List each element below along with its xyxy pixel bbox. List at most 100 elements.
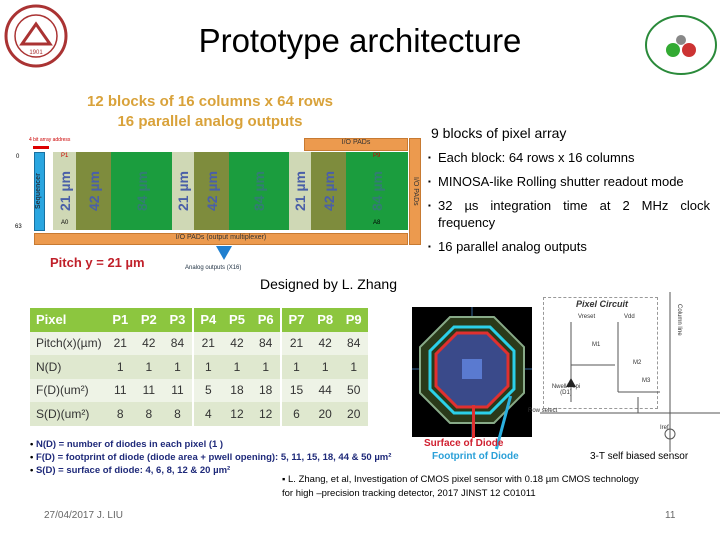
table-cell: 1	[163, 355, 193, 379]
block-label: 21 µm	[56, 171, 73, 211]
table-cell: 15	[280, 378, 311, 402]
block-label: 21 µm	[292, 171, 309, 211]
table-cell: F(D)(um²)	[30, 378, 106, 402]
reference: ▪ L. Zhang, et al, Investigation of CMOS…	[282, 474, 639, 499]
a0-label: A0	[61, 220, 69, 226]
block-p3: 84 µm	[111, 152, 172, 230]
row-bottom-label: 63	[15, 224, 22, 230]
table-row: N(D) 1 1 1 1 1 1 1 1 1	[30, 355, 368, 379]
table-cell: 1	[310, 355, 340, 379]
p9-label: P9	[373, 153, 381, 159]
table-cell: P2	[134, 308, 164, 332]
table-cell: 20	[339, 402, 368, 426]
table-cell: 21	[280, 331, 311, 355]
table-cell: 8	[163, 402, 193, 426]
page-title: Prototype architecture	[198, 22, 522, 59]
footer-date: 27/04/2017 J. LIU	[44, 510, 123, 521]
address-label: 4 bit array address	[29, 137, 71, 143]
table-cell: N(D)	[30, 355, 106, 379]
table-cell: 1	[106, 355, 135, 379]
feature-item: 16 parallel analog outputs	[428, 238, 710, 255]
table-cell: 11	[163, 378, 193, 402]
table-cell: 1	[222, 355, 252, 379]
block-label: 42 µm	[203, 171, 220, 211]
block-p9: 84 µm	[346, 152, 408, 230]
block-p2: 42 µm	[76, 152, 111, 230]
sequencer-label: Sequencer	[35, 173, 42, 210]
table-cell: 42	[310, 331, 340, 355]
page-number: 11	[665, 510, 676, 521]
table-cell: 1	[191, 355, 223, 379]
right-heading: 9 blocks of pixel array	[431, 125, 567, 141]
table-cell: P7	[280, 308, 311, 332]
sequencer: Sequencer	[34, 152, 45, 231]
io-pads-right-label: I/O PADs	[412, 177, 419, 206]
table-cell: S(D)(um²)	[30, 402, 106, 426]
diagram-heading-2: 16 parallel analog outputs	[117, 113, 303, 130]
feature-item: Each block: 64 rows x 16 columns	[428, 149, 710, 166]
table-cell: 1	[280, 355, 311, 379]
table-cell: 18	[222, 378, 252, 402]
table-cell: 1	[251, 355, 282, 379]
block-p7: 21 µm	[289, 152, 311, 230]
block-p5: 42 µm	[194, 152, 229, 230]
feature-item: 32 µs integration time at 2 MHz clock fr…	[428, 197, 710, 231]
table-header-row: Pixel P1 P2 P3 P4 P5 P6 P7 P8 P9	[30, 308, 368, 332]
block-p1: 21 µm	[53, 152, 76, 230]
pixel-table: Pixel P1 P2 P3 P4 P5 P6 P7 P8 P9 Pitch(x)(µm) 21 42…	[30, 308, 368, 426]
table-cell: 21	[106, 331, 135, 355]
pitch-y-label: Pitch y = 21 µm	[50, 255, 145, 270]
table-cell: P1	[106, 308, 135, 332]
block-p8: 42 µm	[311, 152, 346, 230]
table-cell: 42	[134, 331, 164, 355]
table-cell: Pixel	[30, 308, 106, 332]
table-cell: 5	[191, 378, 223, 402]
io-pads-top: I/O PADs	[304, 138, 408, 151]
note: N(D) = number of diodes in each pixel (1…	[30, 438, 391, 451]
circuit-caption: 3-T self biased sensor	[590, 451, 689, 462]
address-arrow	[33, 146, 49, 149]
table-cell: 11	[134, 378, 164, 402]
definitions: N(D) = number of diodes in each pixel (1…	[30, 438, 391, 477]
table-cell: 11	[106, 378, 135, 402]
feature-item: MINOSA-like Rolling shutter readout mode	[428, 173, 710, 190]
table-cell: 12	[222, 402, 252, 426]
analog-outputs-label: Analog outputs (X16)	[185, 265, 242, 271]
table-cell: 84	[163, 331, 193, 355]
block-p6: 84 µm	[229, 152, 289, 230]
table-cell: 6	[280, 402, 311, 426]
table-cell: P3	[163, 308, 193, 332]
diagram-heading-1: 12 blocks of 16 columns x 64 rows	[87, 93, 333, 110]
block-label: 84 µm	[368, 171, 385, 211]
block-label: 42 µm	[85, 171, 102, 211]
surface-arrow	[472, 405, 475, 438]
block-label: 84 µm	[133, 171, 150, 211]
table-cell: 84	[251, 331, 282, 355]
output-arrow	[216, 246, 232, 260]
io-pads-bottom: I/O PADs (output multiplexer)	[34, 233, 408, 245]
table-cell: 50	[339, 378, 368, 402]
pixel-circuit-diagram: Pixel Circuit Vreset Vdd M1 M2 M3 Nwell/…	[528, 292, 720, 457]
pixel-array: 21 µm 42 µm 84 µm 21 µm 42 µm 84 µm 21 µ…	[53, 152, 408, 230]
designed-by: Designed by L. Zhang	[260, 276, 397, 292]
table-row: S(D)(um²) 8 8 8 4 12 12 6 20 20	[30, 402, 368, 426]
table-cell: Pitch(x)(µm)	[30, 331, 106, 355]
row-top-label: 0	[16, 154, 20, 160]
p1-label: P1	[61, 153, 69, 159]
table-cell: 8	[134, 402, 164, 426]
table-cell: 84	[339, 331, 368, 355]
feature-list: Each block: 64 rows x 16 columns MINOSA-…	[428, 149, 710, 255]
table-cell: P6	[251, 308, 282, 332]
table-cell: P9	[339, 308, 368, 332]
surface-of-diode-label: Surface of Diode	[424, 438, 504, 449]
footprint-of-diode-label: Footprint of Diode	[432, 451, 519, 462]
table-row: F(D)(um²) 11 11 11 5 18 18 15 44 50	[30, 378, 368, 402]
block-label: 84 µm	[250, 171, 267, 211]
block-p4: 21 µm	[172, 152, 194, 230]
note: F(D) = footprint of diode (diode area + …	[30, 451, 391, 464]
table-cell: 20	[310, 402, 340, 426]
table-cell: 12	[251, 402, 282, 426]
table-cell: 21	[191, 331, 223, 355]
table-cell: 8	[106, 402, 135, 426]
table-cell: 18	[251, 378, 282, 402]
